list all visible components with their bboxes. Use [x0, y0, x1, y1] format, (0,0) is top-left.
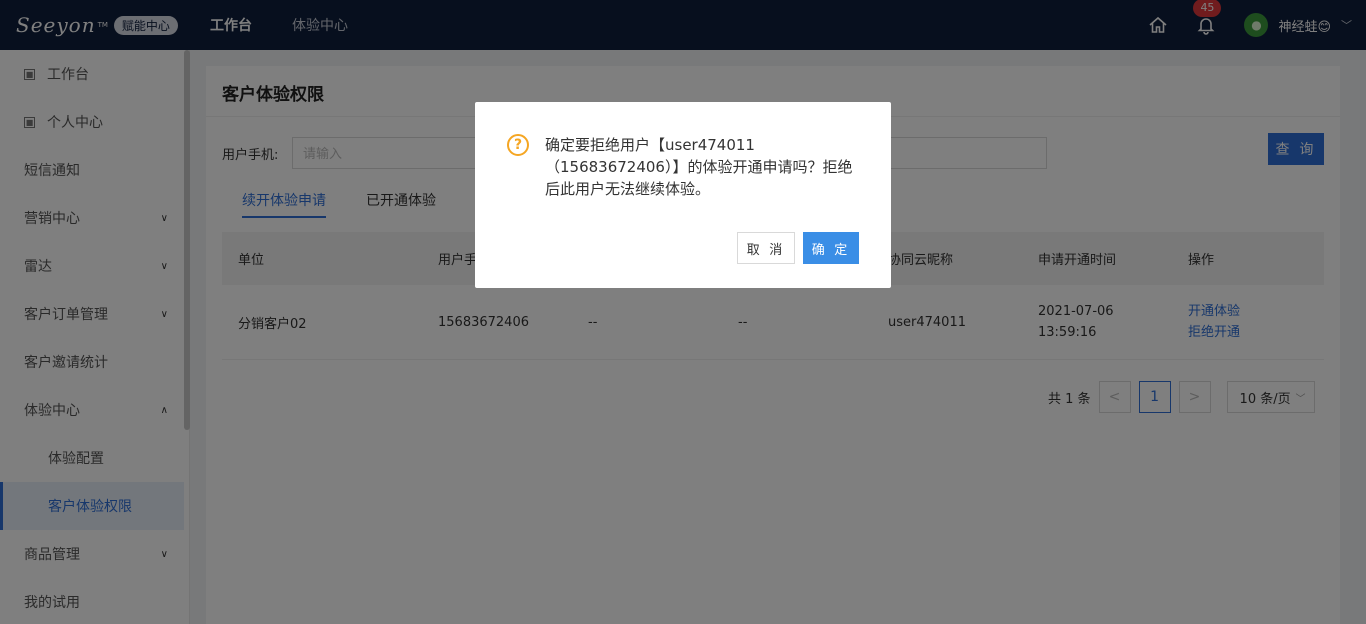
- cancel-button[interactable]: 取 消: [737, 232, 795, 264]
- confirm-dialog: ? 确定要拒绝用户【user474011（15683672406）】的体验开通申…: [475, 102, 891, 288]
- question-icon: ?: [507, 134, 529, 156]
- confirm-button[interactable]: 确 定: [803, 232, 859, 264]
- modal-overlay[interactable]: [0, 0, 1366, 624]
- dialog-message: 确定要拒绝用户【user474011（15683672406）】的体验开通申请吗…: [545, 136, 853, 198]
